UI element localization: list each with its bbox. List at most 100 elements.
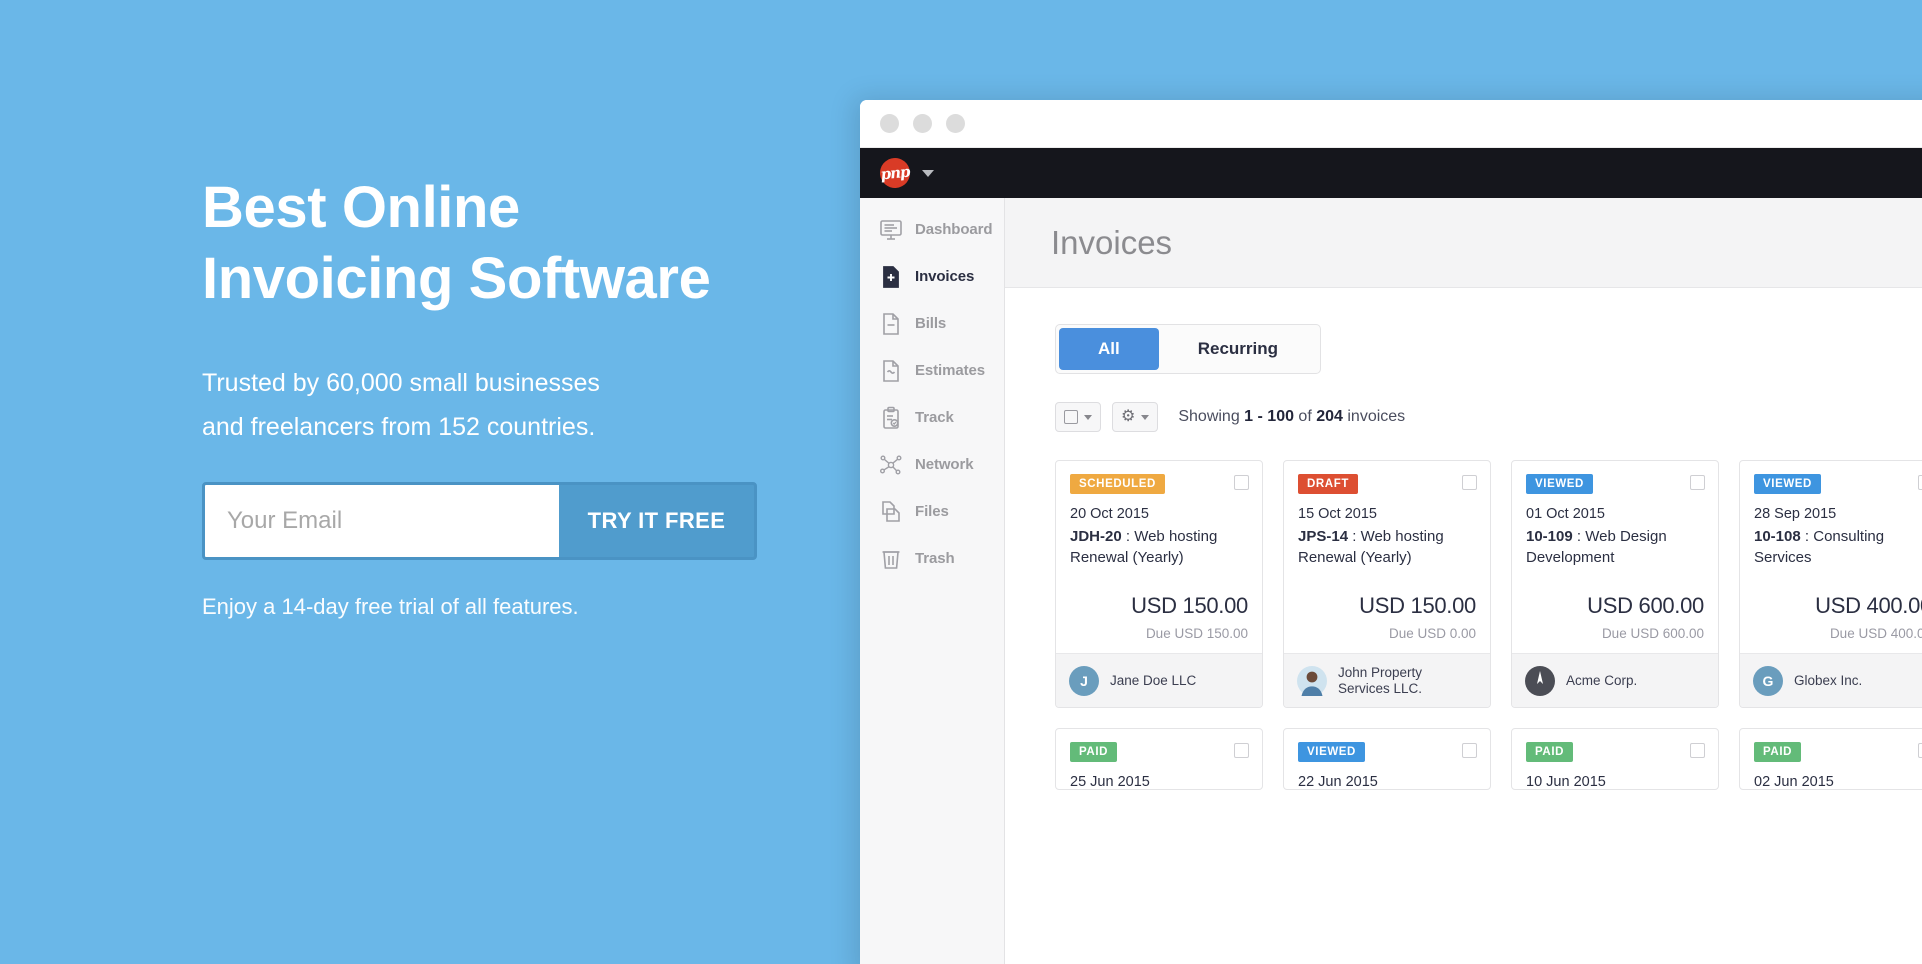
showing-range: 1 - 100 xyxy=(1244,408,1294,425)
sidebar-item-label: Files xyxy=(915,503,949,520)
status-badge: VIEWED xyxy=(1526,474,1593,494)
hero-section: Best Online Invoicing Software Trusted b… xyxy=(202,0,862,964)
invoice-due: Due USD 150.00 xyxy=(1145,626,1248,641)
invoice-date: 01 Oct 2015 xyxy=(1526,506,1605,522)
status-badge: DRAFT xyxy=(1298,474,1358,494)
sidebar-item-dashboard[interactable]: Dashboard xyxy=(860,206,1004,253)
invoice-checkbox[interactable] xyxy=(1918,743,1922,758)
invoice-card[interactable]: PAID 02 Jun 2015 xyxy=(1739,728,1922,790)
sidebar-item-network[interactable]: Network xyxy=(860,441,1004,488)
network-icon xyxy=(878,452,904,478)
signup-form: TRY IT FREE xyxy=(202,482,757,560)
invoice-amount: USD 400.00 xyxy=(1815,593,1922,618)
sidebar-item-estimates[interactable]: Estimates xyxy=(860,347,1004,394)
tab-all[interactable]: All xyxy=(1059,328,1159,370)
showing-count: Showing 1 - 100 of 204 invoices xyxy=(1178,408,1405,426)
sidebar-item-trash[interactable]: Trash xyxy=(860,535,1004,582)
close-window-icon[interactable] xyxy=(880,114,899,133)
clipboard-check-icon xyxy=(878,405,904,431)
sidebar-item-label: Track xyxy=(915,409,954,426)
user-photo-icon xyxy=(1301,671,1323,696)
invoice-date: 10 Jun 2015 xyxy=(1526,774,1606,790)
sidebar-item-label: Network xyxy=(915,456,974,473)
invoice-plus-icon xyxy=(878,264,904,290)
page-title: Best Online Invoicing Software xyxy=(202,175,711,311)
content-header: Invoices xyxy=(1005,198,1922,288)
invoice-card[interactable]: DRAFT 15 Oct 2015 JPS-14 : Web hosting R… xyxy=(1283,460,1491,708)
invoice-card[interactable]: VIEWED 28 Sep 2015 10-108 : Consulting S… xyxy=(1739,460,1922,708)
invoice-card[interactable]: VIEWED 01 Oct 2015 10-109 : Web Design D… xyxy=(1511,460,1719,708)
invoice-due: Due USD 600.00 xyxy=(1601,626,1704,641)
invoice-ref: JDH-20 xyxy=(1070,528,1122,545)
avatar xyxy=(1297,665,1327,696)
sidebar-item-track[interactable]: Track xyxy=(860,394,1004,441)
sidebar-item-label: Invoices xyxy=(915,268,975,285)
invoice-checkbox[interactable] xyxy=(1690,743,1705,758)
invoice-due: Due USD 400.00 xyxy=(1829,626,1922,641)
maximize-window-icon[interactable] xyxy=(946,114,965,133)
tabs-row: All Recurring xyxy=(1005,288,1922,374)
trash-icon xyxy=(878,546,904,572)
invoice-checkbox[interactable] xyxy=(1462,475,1477,490)
try-it-free-button[interactable]: TRY IT FREE xyxy=(559,485,754,557)
chevron-down-icon[interactable] xyxy=(922,169,934,177)
app-window: pnp Dashboard Invoices Bills Estimates T… xyxy=(860,100,1922,964)
invoice-client-row: J Jane Doe LLC xyxy=(1056,653,1262,707)
avatar: J xyxy=(1069,665,1099,696)
invoice-ref: 10-108 xyxy=(1754,528,1801,545)
invoice-card[interactable]: SCHEDULED 20 Oct 2015 JDH-20 : Web hosti… xyxy=(1055,460,1263,708)
sidebar-item-files[interactable]: Files xyxy=(860,488,1004,535)
invoice-date: 15 Oct 2015 xyxy=(1298,506,1377,522)
invoice-date: 02 Jun 2015 xyxy=(1754,774,1834,790)
invoice-date: 25 Jun 2015 xyxy=(1070,774,1150,790)
invoice-client-row: John Property Services LLC. xyxy=(1284,653,1490,707)
hero-subtitle: Trusted by 60,000 small businesses and f… xyxy=(202,369,600,441)
window-titlebar xyxy=(860,100,1922,148)
invoice-ref: JPS-14 xyxy=(1298,528,1349,545)
invoice-date: 28 Sep 2015 xyxy=(1754,506,1837,522)
invoice-checkbox[interactable] xyxy=(1234,743,1249,758)
client-name: Jane Doe LLC xyxy=(1110,672,1197,688)
main-content: Invoices All Recurring ⚙ Showing 1 - 100… xyxy=(1005,198,1922,964)
invoice-checkbox[interactable] xyxy=(1690,475,1705,490)
invoice-checkbox[interactable] xyxy=(1234,475,1249,490)
sidebar-item-bills[interactable]: Bills xyxy=(860,300,1004,347)
invoice-sep: : xyxy=(1800,528,1814,545)
invoice-description: JDH-20 : Web hosting Renewal (Yearly) xyxy=(1070,526,1248,568)
minimize-window-icon[interactable] xyxy=(913,114,932,133)
status-badge: VIEWED xyxy=(1754,474,1821,494)
checkbox-icon xyxy=(1064,410,1078,424)
invoice-checkbox[interactable] xyxy=(1462,743,1477,758)
invoices-heading: Invoices xyxy=(1051,223,1173,261)
client-name: Globex Inc. xyxy=(1794,672,1863,688)
compass-icon xyxy=(1537,670,1543,684)
invoice-checkbox[interactable] xyxy=(1918,475,1922,490)
sidebar-item-label: Bills xyxy=(915,315,947,332)
avatar: G xyxy=(1753,665,1783,696)
invoice-card[interactable]: VIEWED 22 Jun 2015 xyxy=(1283,728,1491,790)
gear-icon: ⚙ xyxy=(1121,408,1136,425)
invoice-card-grid: SCHEDULED 20 Oct 2015 JDH-20 : Web hosti… xyxy=(1005,432,1922,790)
showing-suffix: invoices xyxy=(1342,408,1406,425)
brand-logo-icon[interactable]: pnp xyxy=(878,156,912,190)
status-badge: PAID xyxy=(1754,742,1802,762)
invoice-card[interactable]: PAID 10 Jun 2015 xyxy=(1511,728,1719,790)
invoice-amount: USD 150.00 xyxy=(1359,593,1476,618)
client-name: John Property Services LLC. xyxy=(1338,664,1423,696)
invoice-description: 10-108 : Consulting Services xyxy=(1754,526,1922,568)
chevron-down-icon xyxy=(1141,414,1150,420)
tab-recurring[interactable]: Recurring xyxy=(1159,328,1317,370)
settings-dropdown[interactable]: ⚙ xyxy=(1112,402,1159,432)
invoice-sep: : xyxy=(1121,528,1135,545)
email-field[interactable] xyxy=(205,485,559,557)
sidebar-item-invoices[interactable]: Invoices xyxy=(860,253,1004,300)
avatar xyxy=(1525,665,1555,696)
sidebar-item-label: Trash xyxy=(915,550,955,567)
select-all-dropdown[interactable] xyxy=(1055,402,1101,432)
invoice-client-row: G Globex Inc. xyxy=(1740,653,1922,707)
invoice-card[interactable]: PAID 25 Jun 2015 xyxy=(1055,728,1263,790)
invoice-description: JPS-14 : Web hosting Renewal (Yearly) xyxy=(1298,526,1476,568)
invoice-date: 22 Jun 2015 xyxy=(1298,774,1378,790)
invoice-amount: USD 600.00 xyxy=(1587,593,1704,618)
sidebar-item-label: Estimates xyxy=(915,362,985,379)
